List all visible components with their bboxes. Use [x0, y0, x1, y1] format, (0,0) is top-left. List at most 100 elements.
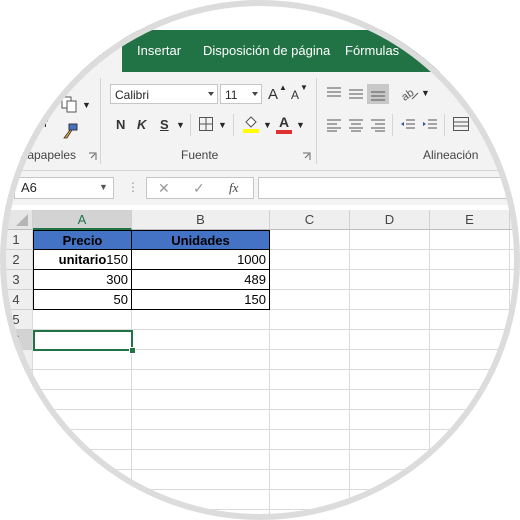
- row-header-3[interactable]: 3: [0, 270, 33, 290]
- orientation-dropdown-arrow[interactable]: ▼: [421, 88, 430, 98]
- tab-home[interactable]: o: [98, 46, 105, 61]
- tab-formulas[interactable]: Fórmulas: [345, 30, 399, 72]
- row-header-13[interactable]: [0, 470, 33, 490]
- group-separator: [100, 78, 101, 164]
- clipboard-group-label: rtapapeles: [20, 148, 77, 162]
- row-header-4[interactable]: 4: [0, 290, 33, 310]
- grid-row-line: [33, 469, 520, 470]
- borders-icon[interactable]: [198, 116, 214, 132]
- orientation-icon[interactable]: ab: [400, 84, 420, 102]
- merge-center-icon[interactable]: [452, 116, 470, 132]
- enter-icon[interactable]: ✓: [193, 180, 205, 197]
- fill-color-dropdown-arrow[interactable]: ▼: [263, 120, 272, 130]
- column-header-c[interactable]: C: [270, 210, 350, 230]
- formula-input[interactable]: [258, 177, 520, 199]
- align-right-icon[interactable]: [370, 118, 386, 132]
- row-header-12[interactable]: [0, 450, 33, 470]
- underline-button[interactable]: S: [160, 117, 169, 132]
- alignment-group-label: Alineación: [423, 148, 479, 162]
- format-painter-icon[interactable]: [60, 122, 80, 140]
- grid-col-line: [509, 230, 510, 520]
- separator: [444, 114, 445, 136]
- name-box-dropdown-arrow[interactable]: ▼: [99, 182, 108, 192]
- font-color-bar: [276, 130, 292, 134]
- grid-row-line: [33, 389, 520, 390]
- insert-function-button[interactable]: fx: [229, 180, 238, 196]
- select-all-corner[interactable]: [0, 210, 33, 230]
- font-color-dropdown-arrow[interactable]: ▼: [296, 120, 305, 130]
- table-cell[interactable]: 150: [33, 249, 132, 270]
- row-header-11[interactable]: [0, 430, 33, 450]
- paste-label-fragment: r: [44, 116, 48, 130]
- font-name-value: Calibri: [115, 88, 150, 102]
- fill-handle[interactable]: [129, 347, 136, 354]
- font-size-value: 11: [225, 88, 238, 102]
- italic-button[interactable]: K: [137, 117, 146, 132]
- column-header-f[interactable]: [510, 210, 520, 230]
- table-cell[interactable]: 300: [33, 269, 132, 290]
- row-header-10[interactable]: [0, 410, 33, 430]
- copy-icon[interactable]: [60, 96, 80, 114]
- column-header-b[interactable]: B: [132, 210, 270, 230]
- shrink-font-caret-icon: ▼: [300, 83, 308, 92]
- group-separator: [316, 78, 317, 164]
- align-center-icon[interactable]: [348, 118, 364, 132]
- active-cell[interactable]: [33, 330, 133, 351]
- cancel-icon[interactable]: ✕: [158, 180, 170, 197]
- font-color-button[interactable]: A: [279, 114, 289, 130]
- tab-insert[interactable]: Insertar: [137, 30, 181, 72]
- table-cell[interactable]: 489: [131, 269, 270, 290]
- formula-bar-grip-icon: ⋮: [127, 180, 139, 194]
- row-header-9[interactable]: [0, 390, 33, 410]
- table-cell[interactable]: 1000: [131, 249, 270, 270]
- row-header-8[interactable]: [0, 370, 33, 390]
- row-header-14[interactable]: [0, 490, 33, 510]
- borders-dropdown-arrow[interactable]: ▼: [218, 120, 227, 130]
- table-header-cell[interactable]: Precio unitario: [33, 230, 132, 267]
- grid-row-line: [33, 409, 520, 410]
- row-header-2[interactable]: 2: [0, 250, 33, 270]
- copy-dropdown-arrow[interactable]: ▼: [82, 100, 91, 110]
- column-header-a[interactable]: A: [33, 210, 132, 230]
- table-header-cell[interactable]: Unidades: [131, 230, 270, 250]
- name-box-value: A6: [21, 180, 37, 195]
- chevron-down-icon: [252, 92, 258, 96]
- grid-col-line: [349, 230, 350, 520]
- select-all-triangle-icon: [16, 214, 28, 226]
- table-cell[interactable]: 50: [33, 289, 132, 310]
- align-top-icon[interactable]: [326, 86, 342, 100]
- column-header-d[interactable]: D: [350, 210, 430, 230]
- fill-color-icon[interactable]: [242, 114, 260, 134]
- font-name-select[interactable]: Calibri: [110, 84, 218, 104]
- chevron-down-icon: [208, 92, 214, 96]
- separator: [190, 114, 191, 136]
- align-bottom-icon: [371, 91, 385, 101]
- row-header-5[interactable]: 5: [0, 310, 33, 330]
- font-size-select[interactable]: 11: [220, 84, 262, 104]
- separator: [233, 114, 234, 136]
- tab-page-layout[interactable]: Disposición de página: [203, 30, 330, 72]
- row-header-1[interactable]: 1: [0, 230, 33, 250]
- grid-row-line: [33, 429, 520, 430]
- shrink-font-button[interactable]: A: [291, 88, 299, 102]
- grow-font-caret-icon: ▲: [279, 83, 287, 92]
- row-header-7[interactable]: [0, 350, 33, 370]
- grid-row-line: [33, 489, 520, 490]
- circular-screenshot-frame: Insertar Disposición de página Fórmulas …: [0, 0, 520, 520]
- font-dialog-launcher-icon[interactable]: [302, 152, 311, 161]
- decrease-indent-icon[interactable]: [400, 118, 416, 132]
- column-header-e[interactable]: E: [430, 210, 510, 230]
- align-left-icon[interactable]: [326, 118, 342, 132]
- grid-row-line: [33, 369, 520, 370]
- grow-font-button[interactable]: A: [268, 86, 278, 103]
- svg-text:ab: ab: [400, 87, 416, 102]
- align-bottom-button[interactable]: [367, 84, 389, 104]
- worksheet-grid[interactable]: A B C D E 1 2 3 4 5 6 Precio unitario Un…: [0, 210, 520, 520]
- increase-indent-icon[interactable]: [422, 118, 438, 132]
- row-header-6[interactable]: 6: [0, 330, 33, 350]
- clipboard-dialog-launcher-icon[interactable]: [88, 152, 97, 161]
- underline-dropdown-arrow[interactable]: ▼: [176, 120, 185, 130]
- table-cell[interactable]: 150: [131, 289, 270, 310]
- bold-button[interactable]: N: [116, 117, 125, 132]
- align-middle-icon[interactable]: [348, 86, 364, 100]
